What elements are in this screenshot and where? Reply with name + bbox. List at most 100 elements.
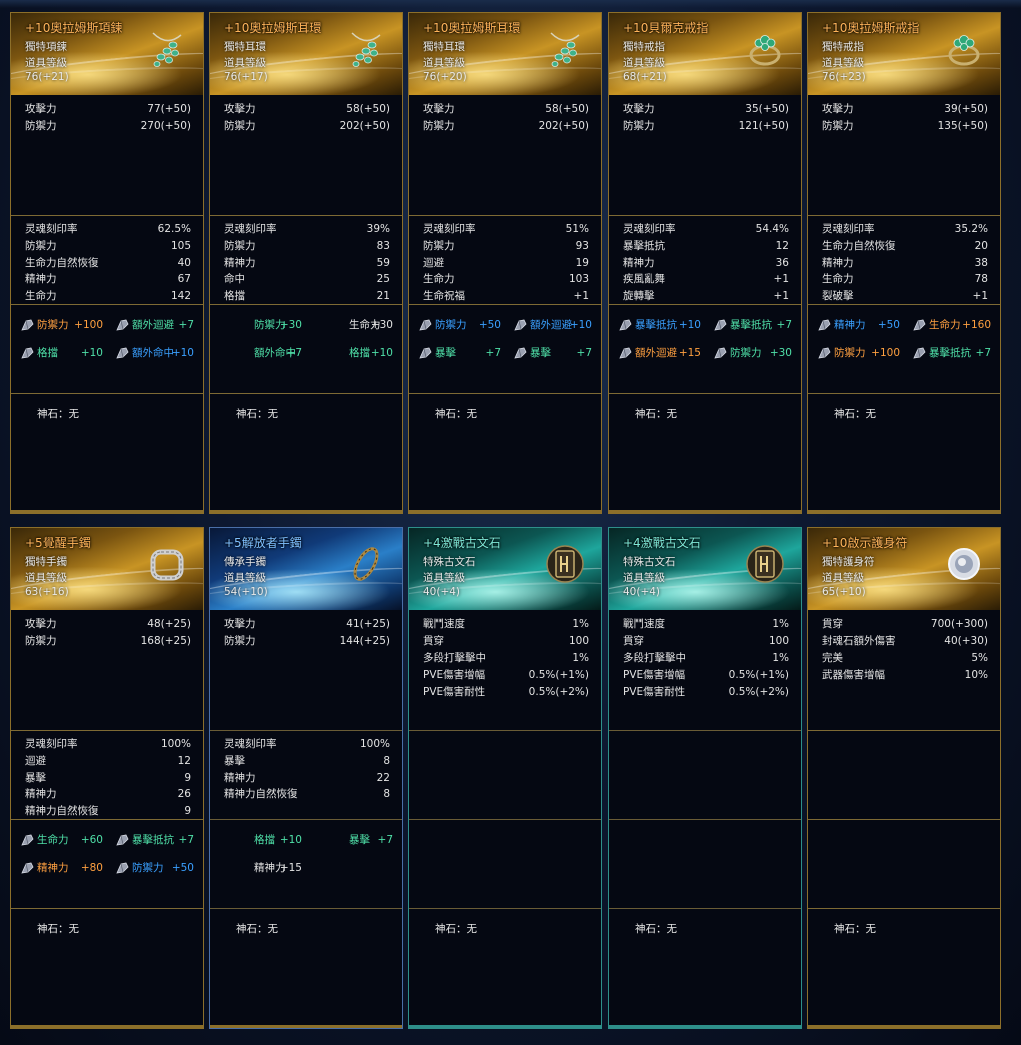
item-card[interactable]: +10貝爾克戒指 獨特戒指 道具等級 68(+21) 攻擊力 35(+50) 防禦力 121(… [608, 12, 802, 514]
gem-stat-name: 精神力 [37, 862, 69, 874]
extra-stat-row: 精神力 38 [822, 255, 988, 271]
item-header: +10奧拉姆斯戒指 獨特戒指 道具等級 76(+23) [808, 13, 1000, 95]
gem-slot[interactable]: 精神力 +80 [19, 858, 107, 878]
stat-name: 生命力自然恢復 [822, 239, 896, 252]
card-bottom-edge [808, 1025, 1000, 1028]
necklace-icon [145, 27, 189, 71]
stat-value: 202(+50) [538, 120, 589, 132]
gem-slot[interactable]: 防禦力 +30 [218, 315, 306, 335]
item-card[interactable]: +10奧拉姆斯項鍊 獨特項鍊 道具等級 76(+21) 攻擊力 77(+50) 防禦力 270… [10, 12, 204, 514]
stat-name: 攻擊力 [25, 103, 57, 115]
item-card[interactable]: +10奧拉姆斯耳環 獨特耳環 道具等級 76(+17) 攻擊力 58(+50) 防禦力 202… [209, 12, 403, 514]
item-level-label: 道具等級 [423, 57, 465, 69]
stat-value: 67 [177, 273, 191, 286]
stat-value: 0.5%(+1%) [528, 669, 589, 681]
gem-slot[interactable]: 暴擊抵抗 +7 [114, 830, 202, 850]
gem-slot[interactable]: 防禦力 +50 [417, 315, 505, 335]
gem-stat-name: 格擋 [37, 347, 58, 359]
base-stat-row: 貫穿 100 [623, 633, 789, 649]
gem-slot[interactable]: 暴擊抵抗 +7 [911, 343, 999, 363]
stat-value: 58(+50) [545, 103, 589, 115]
gem-slot[interactable]: 防禦力 +50 [114, 858, 202, 878]
extra-stat-row: 生命力自然恢復 40 [25, 255, 191, 271]
base-stat-row: 攻擊力 77(+50) [25, 101, 191, 117]
stat-value: 9 [184, 771, 191, 784]
item-card[interactable]: +5解放者手鐲 傳承手鐲 道具等級 54(+10) 攻擊力 41(+25) 防禦力 144(+… [209, 527, 403, 1029]
item-name: +10奧拉姆斯耳環 [423, 21, 521, 35]
gem-slot[interactable]: 生命力 +160 [911, 315, 999, 335]
section-divider [409, 215, 601, 216]
section-divider [210, 819, 402, 820]
item-card[interactable]: +4激戰古文石 特殊古文石 道具等級 40(+4) 戰鬥速度 1% 貫穿 100 多段打擊擊中 1… [608, 527, 802, 1029]
gem-slot[interactable]: 暴擊抵抗 +10 [617, 315, 705, 335]
stat-value: 62.5% [157, 223, 191, 235]
stat-name: 灵魂刻印率 [25, 223, 78, 235]
gem-icon [617, 317, 633, 333]
gem-slot[interactable]: 生命力 +60 [19, 830, 107, 850]
gem-slot[interactable]: 生命力 +30 [313, 315, 401, 335]
base-stat-row: 武器傷害增幅 10% [822, 667, 988, 683]
gem-slot[interactable]: 額外命中 +10 [114, 343, 202, 363]
base-stat-row: PVE傷害增幅 0.5%(+1%) [623, 667, 789, 683]
stat-value: 168(+25) [140, 635, 191, 647]
gem-icon [911, 345, 927, 361]
card-bottom-edge [609, 510, 801, 513]
section-divider [409, 393, 601, 394]
gem-slot[interactable]: 暴擊抵抗 +7 [712, 315, 800, 335]
gem-slot[interactable]: 格擋 +10 [19, 343, 107, 363]
gem-slot[interactable]: 防禦力 +100 [816, 343, 904, 363]
stat-value: 700(+300) [930, 618, 988, 630]
gem-slot[interactable]: 暴擊 +7 [512, 343, 600, 363]
stat-name: 防禦力 [623, 120, 655, 132]
god-stone-label: 神石：无 [635, 923, 677, 935]
gem-slot[interactable]: 暴擊 +7 [417, 343, 505, 363]
stat-value: +1 [573, 290, 589, 303]
item-type: 特殊古文石 [623, 556, 676, 568]
gem-slot[interactable]: 額外命中 +7 [218, 343, 306, 363]
gem-stat-value: +7 [576, 347, 592, 359]
item-card[interactable]: +10奧拉姆斯耳環 獨特耳環 道具等級 76(+20) 攻擊力 58(+50) 防禦力 202… [408, 12, 602, 514]
stat-name: 防禦力 [25, 120, 57, 132]
stat-value: 39(+50) [944, 103, 988, 115]
item-header: +10奧拉姆斯項鍊 獨特項鍊 道具等級 76(+21) [11, 13, 203, 95]
section-divider [609, 908, 801, 909]
stat-name: 迴避 [25, 754, 46, 767]
gem-stat-name: 防禦力 [132, 862, 164, 874]
item-card[interactable]: +4激戰古文石 特殊古文石 道具等級 40(+4) 戰鬥速度 1% 貫穿 100 多段打擊擊中 1… [408, 527, 602, 1029]
section-divider [808, 215, 1000, 216]
item-level-label: 道具等級 [25, 57, 67, 69]
stat-value: 1% [772, 652, 789, 664]
item-card[interactable]: +10啟示護身符 獨特護身符 道具等級 65(+10) 貫穿 700(+300) 封魂石額外… [807, 527, 1001, 1029]
gem-slot[interactable]: 格擋 +10 [218, 830, 306, 850]
gem-slot[interactable]: 額外迴避 +15 [617, 343, 705, 363]
stat-value: 8 [383, 754, 390, 767]
stat-name: 完美 [822, 652, 843, 664]
stat-value: 0.5%(+2%) [528, 686, 589, 698]
item-level-label: 道具等級 [822, 572, 864, 584]
stat-value: 202(+50) [339, 120, 390, 132]
item-level: 68(+21) [623, 71, 667, 83]
stat-name: 裂破擊 [822, 290, 854, 303]
gem-slot[interactable]: 格擋 +10 [313, 343, 401, 363]
stat-value: 35(+50) [745, 103, 789, 115]
gem-slot[interactable]: 防禦力 +100 [19, 315, 107, 335]
item-level: 76(+21) [25, 71, 69, 83]
stat-value: 1% [772, 618, 789, 630]
gem-slot[interactable]: 防禦力 +30 [712, 343, 800, 363]
gem-slot[interactable]: 暴擊 +7 [313, 830, 401, 850]
item-card[interactable]: +5覺醒手鐲 獨特手鐲 道具等級 63(+16) 攻擊力 48(+25) 防禦力 168(+2… [10, 527, 204, 1029]
gem-slot[interactable]: 額外迴避 +7 [114, 315, 202, 335]
section-divider [409, 908, 601, 909]
gem-slot[interactable]: 精神力 +15 [218, 858, 306, 878]
item-level: 63(+16) [25, 586, 69, 598]
extra-stat-row: 迴避 19 [423, 255, 589, 271]
extra-stat-row: 灵魂刻印率 39% [224, 221, 390, 237]
gem-slot[interactable]: 精神力 +50 [816, 315, 904, 335]
stat-name: 精神力 [224, 256, 256, 269]
stat-name: 多段打擊擊中 [623, 652, 686, 664]
gem-slot[interactable]: 額外迴避 +10 [512, 315, 600, 335]
stat-value: 51% [565, 223, 589, 235]
stat-value: 83 [376, 239, 390, 252]
item-card[interactable]: +10奧拉姆斯戒指 獨特戒指 道具等級 76(+23) 攻擊力 39(+50) 防禦力 135… [807, 12, 1001, 514]
stat-name: 防禦力 [25, 239, 57, 252]
